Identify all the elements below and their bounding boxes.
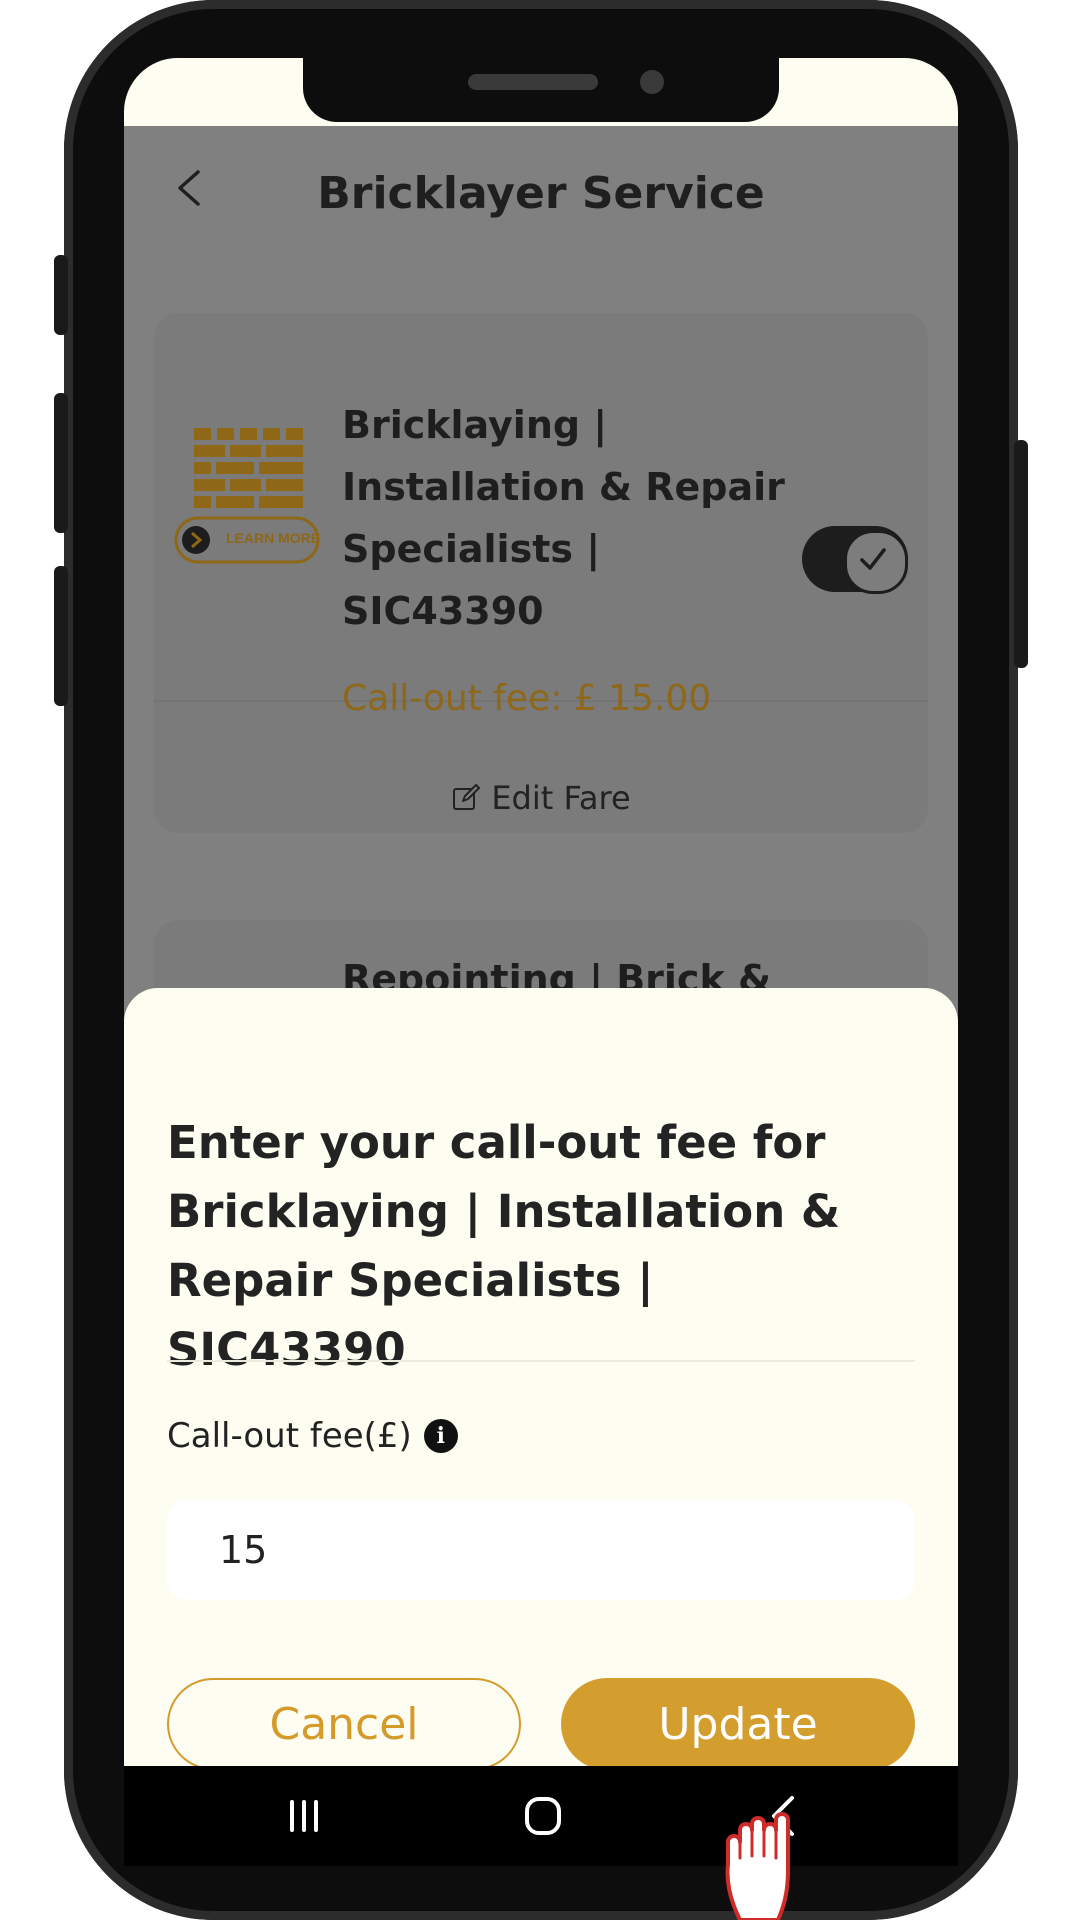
fee-field-label: Call-out fee(£) i: [167, 1416, 458, 1456]
update-button[interactable]: Update: [561, 1678, 915, 1766]
sheet-divider: [167, 1360, 915, 1362]
call-out-fee-input[interactable]: [167, 1500, 915, 1600]
app-screen: Bricklayer Service LEARN MORE Bricklayin…: [124, 58, 958, 1766]
page-title: Bricklayer Service: [317, 168, 765, 219]
volume-down-button: [54, 566, 68, 706]
fee-label-text: Call-out fee(£): [167, 1416, 412, 1456]
toggle-knob: [844, 530, 908, 594]
power-button: [1014, 440, 1028, 668]
front-camera: [640, 70, 664, 94]
call-out-fee-text: Call-out fee: £ 15.00: [342, 678, 712, 719]
volume-up-button: [54, 393, 68, 533]
recent-apps-icon[interactable]: [274, 1788, 334, 1844]
side-button: [54, 255, 68, 335]
edit-icon: [453, 784, 481, 810]
service-title: Bricklaying | Installation & Repair Spec…: [342, 403, 785, 633]
edit-fare-button[interactable]: Edit Fare: [154, 758, 928, 838]
check-icon: [860, 548, 886, 570]
logo-caption: LEARN MORE: [226, 530, 321, 546]
speaker: [468, 74, 598, 90]
info-icon[interactable]: i: [423, 1419, 458, 1453]
brick-wall-logo[interactable]: [172, 418, 322, 588]
sheet-heading: Enter your call-out fee for Bricklaying …: [167, 1116, 841, 1376]
home-icon[interactable]: [513, 1788, 573, 1844]
edit-fare-label: Edit Fare: [491, 779, 631, 817]
cancel-button[interactable]: Cancel: [167, 1678, 521, 1766]
hand-pointer-icon: [725, 1812, 790, 1920]
